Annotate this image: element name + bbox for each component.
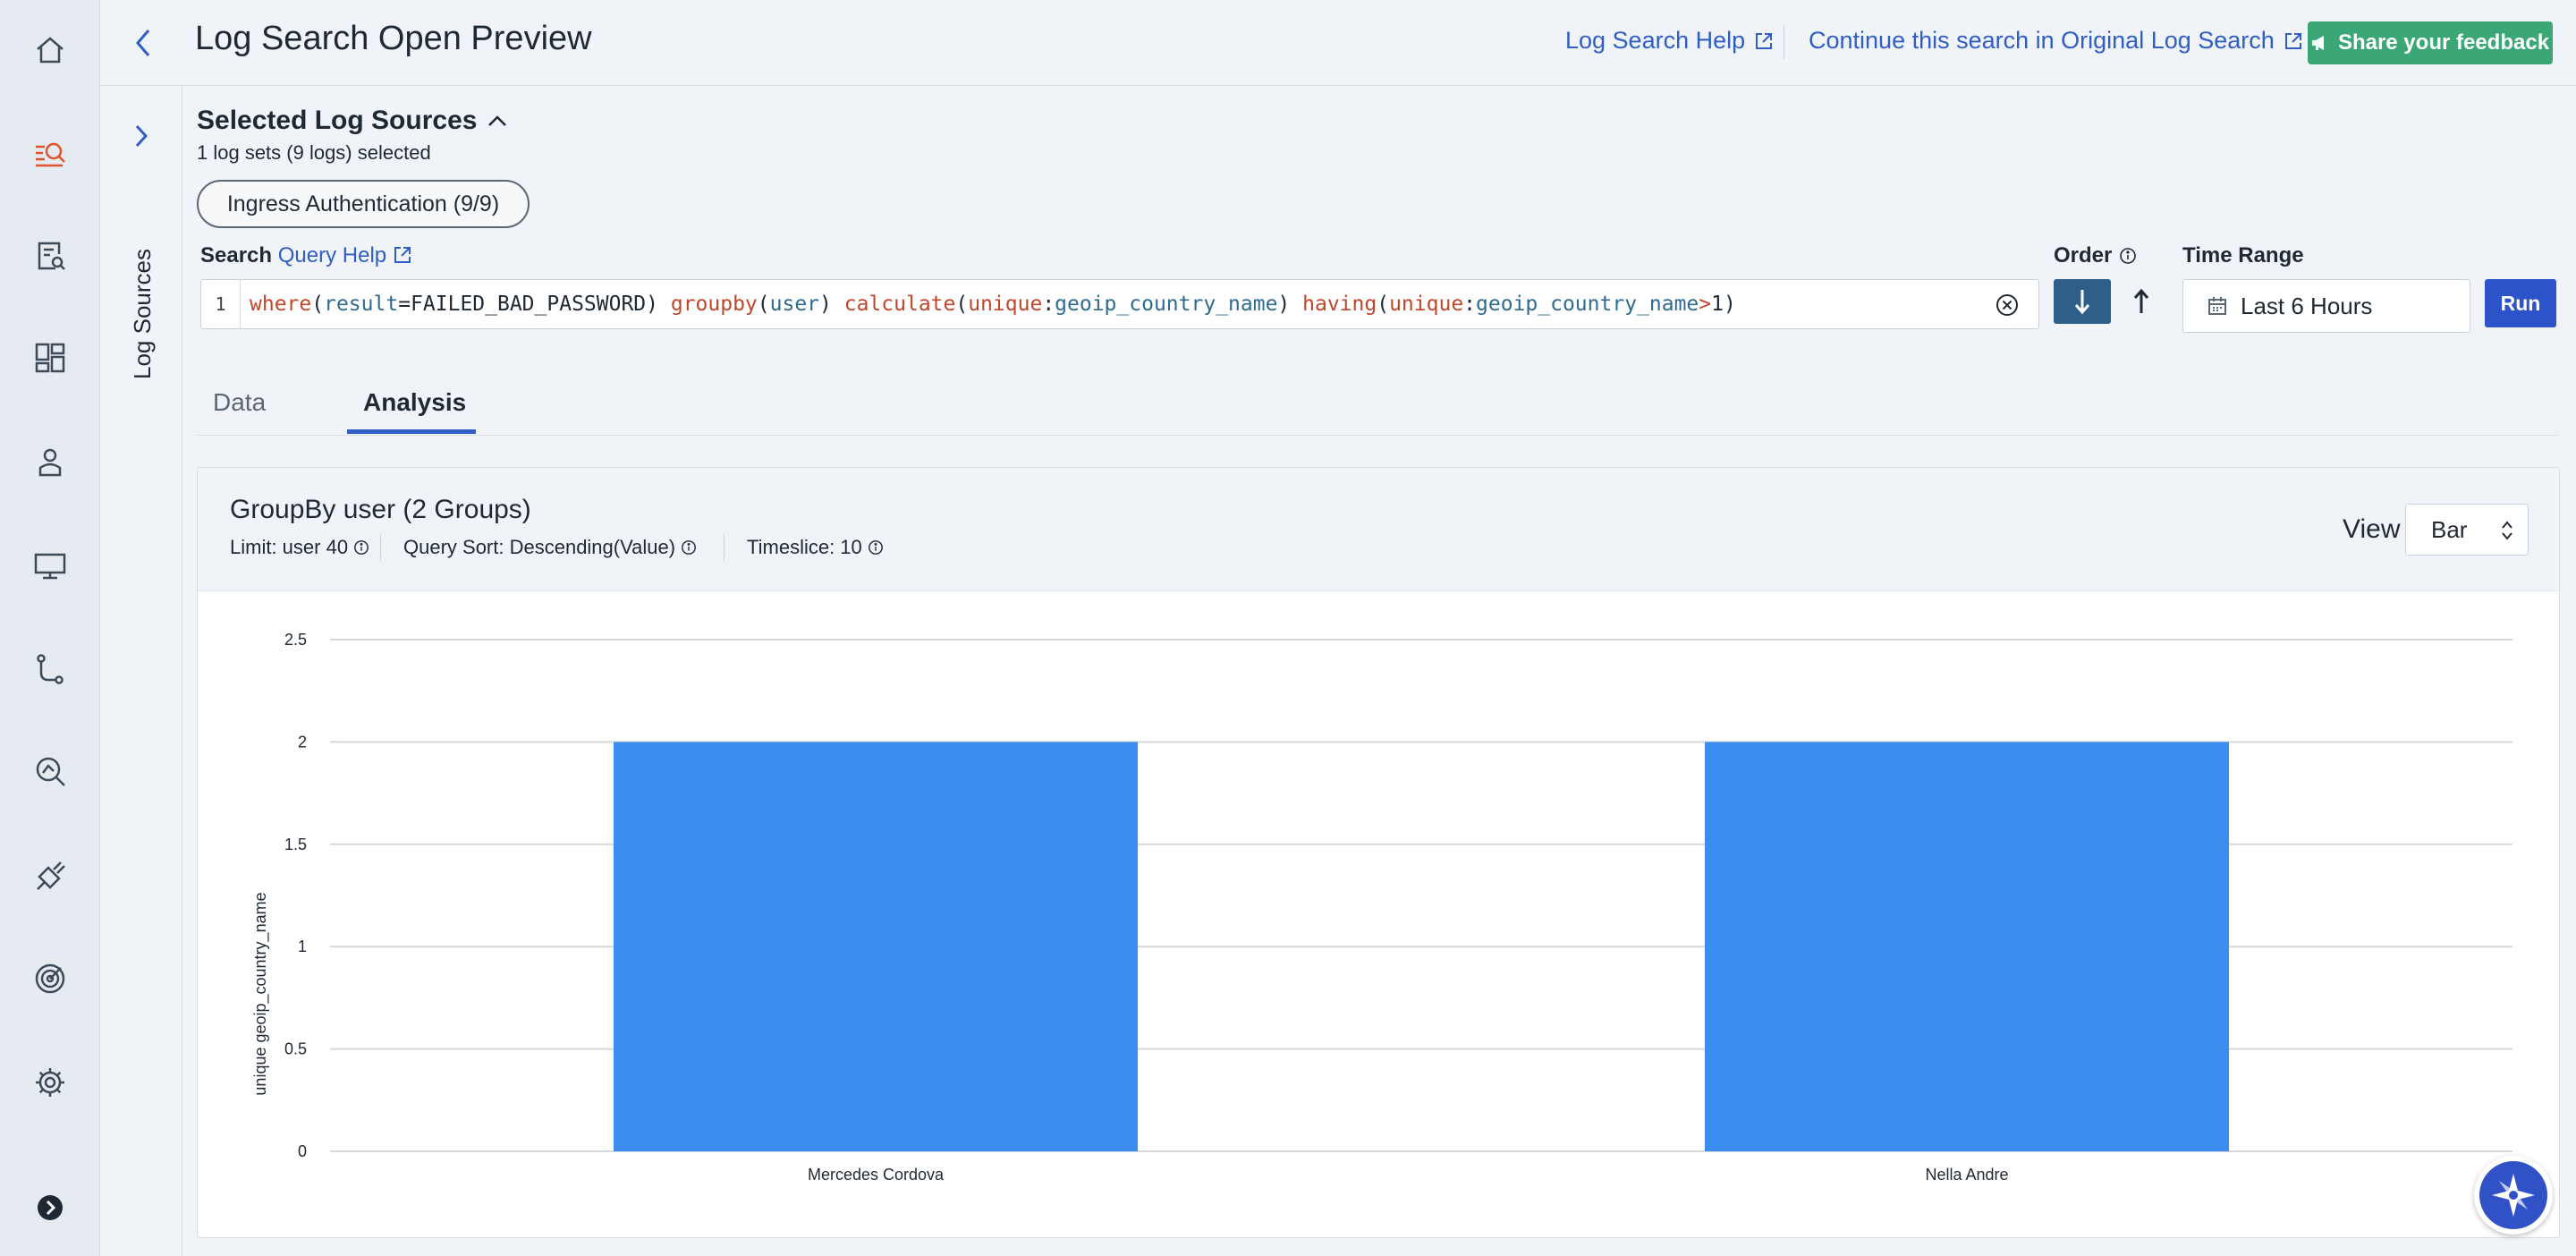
order-ascending-button[interactable] bbox=[2113, 279, 2170, 324]
x-tick-label: Nella Andre bbox=[1925, 1166, 2008, 1184]
chevron-up-icon bbox=[488, 115, 507, 126]
selected-sources-summary: 1 log sets (9 logs) selected bbox=[197, 141, 431, 164]
settings-gear-icon[interactable] bbox=[25, 1057, 75, 1107]
time-range-select[interactable]: Last 6 Hours bbox=[2182, 279, 2470, 333]
limit-meta: Limit: user 40 bbox=[230, 536, 369, 559]
page-title: Log Search Open Preview bbox=[195, 20, 592, 57]
integrations-plug-icon[interactable] bbox=[25, 850, 75, 900]
log-search-help-label: Log Search Help bbox=[1565, 27, 1746, 54]
feedback-label: Share your feedback bbox=[2337, 30, 2550, 55]
info-icon[interactable] bbox=[2119, 247, 2137, 265]
y-tick-label: 0 bbox=[298, 1142, 307, 1160]
query-editor[interactable]: 1 where(result =FAILED_BAD_PASSWORD) grou… bbox=[200, 279, 2039, 329]
y-tick-label: 1 bbox=[298, 938, 307, 955]
time-range-label: Time Range bbox=[2182, 243, 2304, 267]
log-search-help-link[interactable]: Log Search Help bbox=[1565, 27, 1774, 55]
detection-target-icon[interactable] bbox=[25, 954, 75, 1004]
bar-chart: 0 0.5 1 1.5 2 2.5 Mercedes Cordova Nella Andre u… bbox=[251, 631, 2512, 1184]
assistant-compass-icon bbox=[2479, 1161, 2547, 1229]
active-tab-indicator bbox=[347, 429, 476, 434]
info-icon[interactable] bbox=[868, 539, 884, 556]
assets-icon[interactable] bbox=[25, 540, 75, 590]
order-descending-button[interactable] bbox=[2054, 279, 2111, 324]
external-link-icon bbox=[1756, 32, 1773, 49]
selected-sources-title: Selected Log Sources bbox=[197, 106, 478, 135]
y-tick-label: 2 bbox=[298, 733, 307, 751]
view-value: Bar bbox=[2431, 515, 2468, 543]
y-tick-label: 1.5 bbox=[284, 836, 307, 853]
continue-original-search-link[interactable]: Continue this search in Original Log Sea… bbox=[1809, 27, 2303, 55]
home-icon[interactable] bbox=[25, 25, 75, 75]
run-button[interactable]: Run bbox=[2485, 279, 2556, 327]
log-search-icon[interactable] bbox=[25, 129, 75, 179]
calendar-icon bbox=[2208, 297, 2226, 315]
bar[interactable] bbox=[1705, 742, 2229, 1151]
meta-divider bbox=[380, 534, 381, 561]
page-header: Log Search Open Preview Log Search Help … bbox=[100, 0, 2576, 86]
log-sources-side-tab[interactable]: Log Sources bbox=[100, 86, 182, 1256]
query-input[interactable]: where(result =FAILED_BAD_PASSWORD) groupb… bbox=[250, 280, 1736, 328]
timeslice-meta: Timeslice: 10 bbox=[747, 536, 884, 559]
users-icon[interactable] bbox=[25, 437, 75, 487]
back-chevron-icon[interactable] bbox=[125, 25, 161, 61]
info-icon[interactable] bbox=[681, 539, 697, 556]
report-search-icon[interactable] bbox=[25, 231, 75, 281]
search-label: Search bbox=[200, 243, 273, 267]
analysis-panel: GroupBy user (2 Groups) Limit: user 40 Q… bbox=[197, 467, 2560, 1238]
sort-text: Query Sort: Descending(Value) bbox=[403, 536, 676, 558]
sort-meta: Query Sort: Descending(Value) bbox=[403, 536, 697, 559]
dashboards-icon[interactable] bbox=[25, 333, 75, 383]
log-sources-label: Log Sources bbox=[129, 249, 156, 379]
y-axis-label: unique geoip_country_name bbox=[251, 892, 270, 1095]
query-help-label: Query Help bbox=[277, 243, 387, 267]
line-number: 1 bbox=[201, 280, 241, 328]
expand-nav-icon[interactable] bbox=[25, 1183, 75, 1233]
info-icon[interactable] bbox=[353, 539, 369, 556]
tab-analysis[interactable]: Analysis bbox=[363, 388, 466, 417]
query-help-link[interactable]: Query Help bbox=[278, 243, 386, 267]
megaphone-icon bbox=[2311, 36, 2324, 50]
share-feedback-button[interactable]: Share your feedback bbox=[2308, 21, 2553, 64]
selected-sources-toggle[interactable]: Selected Log Sources bbox=[197, 106, 507, 136]
external-link-icon bbox=[2284, 32, 2301, 49]
order-label-row: Order bbox=[2054, 243, 2137, 268]
groupby-title: GroupBy user (2 Groups) bbox=[230, 495, 531, 524]
external-link-icon[interactable] bbox=[393, 245, 412, 265]
tabs-divider bbox=[197, 435, 2558, 436]
bar[interactable] bbox=[614, 742, 1138, 1151]
expand-sources-chevron-icon[interactable] bbox=[127, 122, 156, 150]
select-arrows-icon bbox=[2502, 521, 2512, 540]
y-tick-label: 0.5 bbox=[284, 1040, 307, 1058]
time-range-value: Last 6 Hours bbox=[2241, 292, 2373, 319]
view-label: View bbox=[2343, 514, 2401, 544]
arrow-up-icon bbox=[2133, 288, 2149, 313]
clear-query-icon[interactable] bbox=[1996, 293, 2019, 317]
assistant-button[interactable] bbox=[2474, 1156, 2553, 1235]
limit-text: Limit: user 40 bbox=[230, 536, 349, 558]
log-set-chip[interactable]: Ingress Authentication (9/9) bbox=[197, 180, 530, 228]
analysis-header: GroupBy user (2 Groups) Limit: user 40 Q… bbox=[198, 468, 2559, 591]
view-select[interactable]: Bar bbox=[2405, 504, 2529, 556]
nav-rail bbox=[0, 0, 100, 1256]
continue-search-label: Continue this search in Original Log Sea… bbox=[1809, 27, 2275, 54]
x-tick-label: Mercedes Cordova bbox=[808, 1166, 945, 1184]
threat-hunting-icon[interactable] bbox=[25, 746, 75, 796]
tab-data[interactable]: Data bbox=[213, 388, 266, 417]
y-tick-label: 2.5 bbox=[284, 631, 307, 649]
timeslice-text: Timeslice: 10 bbox=[747, 536, 862, 558]
search-label-row: Search Query Help bbox=[200, 243, 412, 268]
workflow-icon[interactable] bbox=[25, 644, 75, 694]
order-label: Order bbox=[2054, 243, 2113, 267]
arrow-down-icon bbox=[2074, 290, 2090, 315]
